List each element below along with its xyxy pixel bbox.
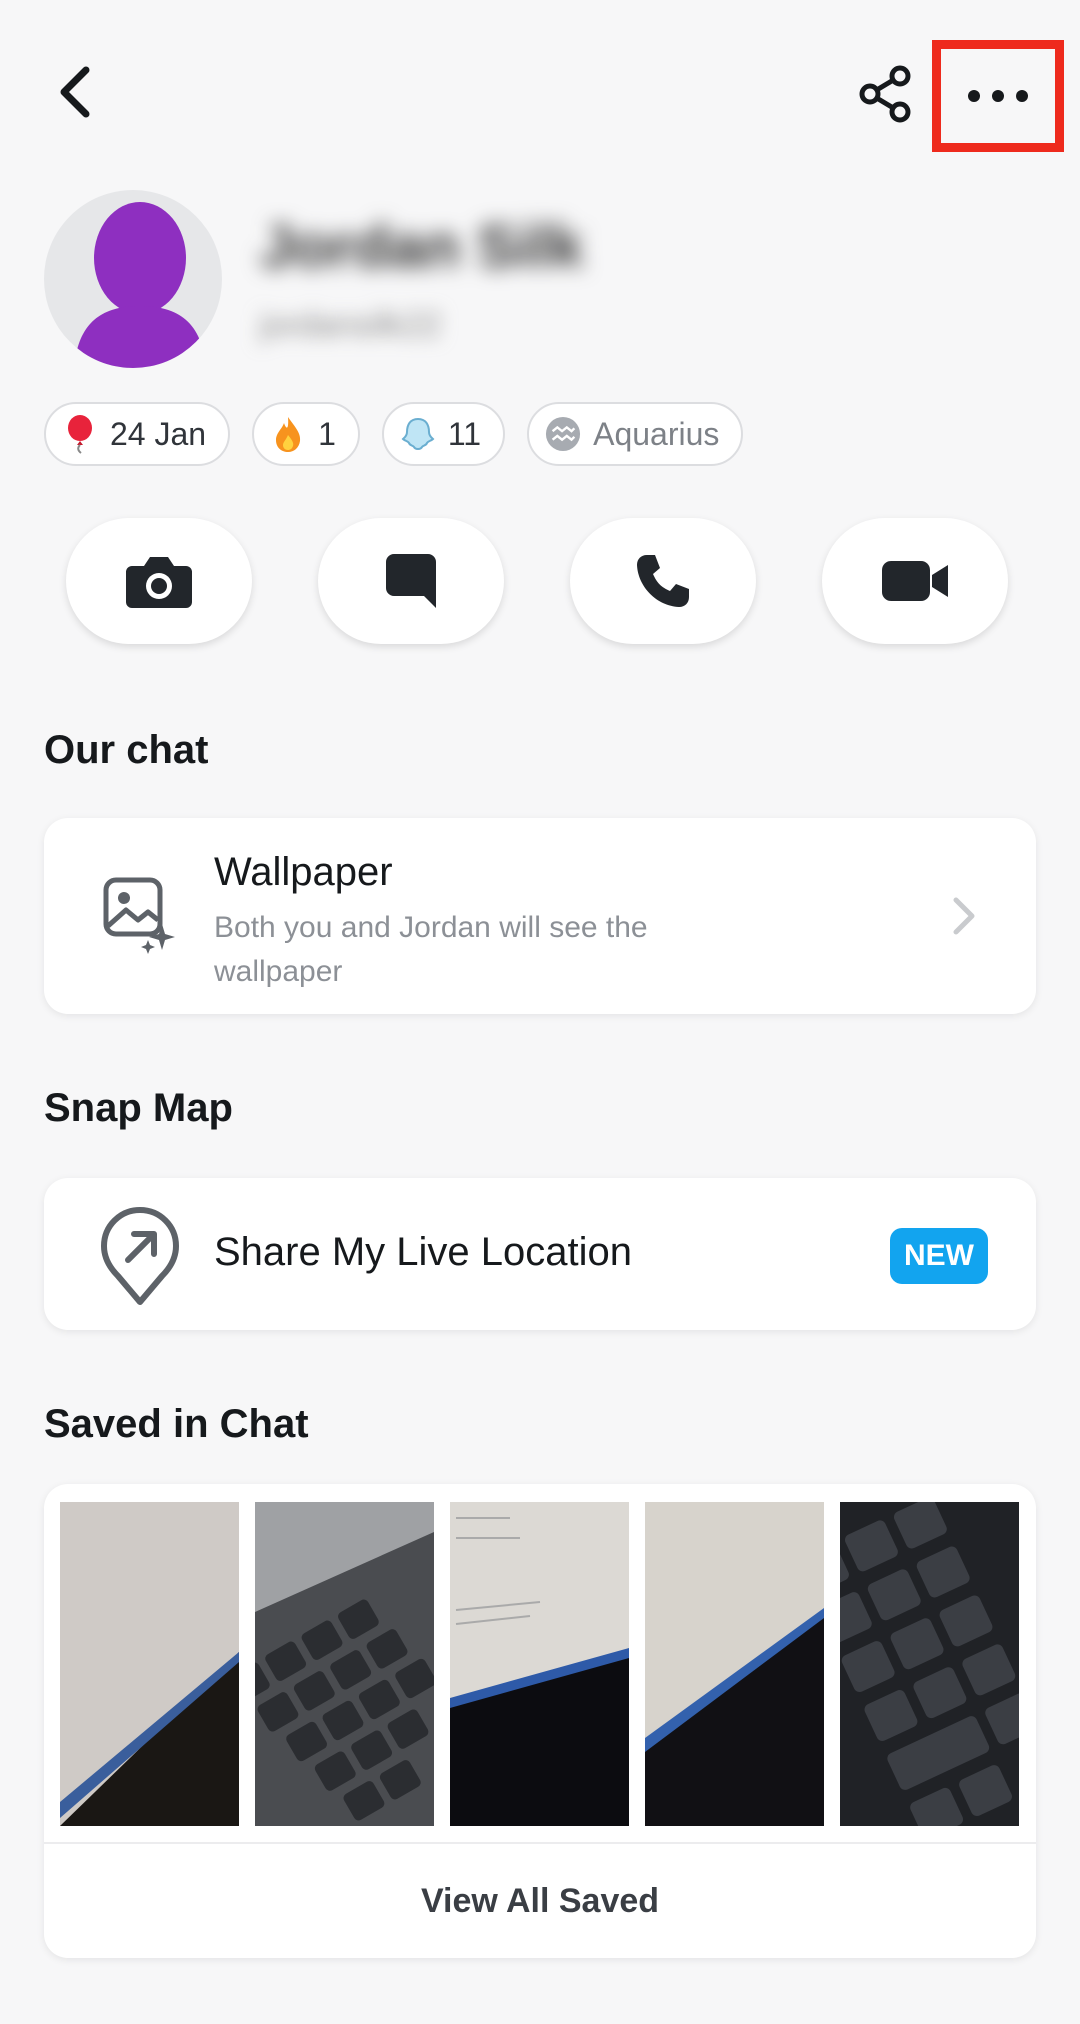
- view-all-saved-button[interactable]: View All Saved: [44, 1844, 1036, 1958]
- saved-in-chat-card: View All Saved: [44, 1484, 1036, 1958]
- saved-thumbnail[interactable]: [60, 1502, 239, 1826]
- balloon-icon: [62, 414, 98, 454]
- saved-in-chat-title: Saved in Chat: [44, 1402, 309, 1446]
- chat-button[interactable]: [318, 518, 504, 644]
- back-button[interactable]: [44, 60, 108, 124]
- wallpaper-subtitle: Both you and Jordan will see the wallpap…: [214, 911, 648, 988]
- camera-icon: [126, 557, 192, 608]
- streak-count: 1: [318, 415, 336, 452]
- username: jordansilk22: [260, 306, 442, 344]
- snapscore-count: 11: [447, 415, 482, 452]
- avatar[interactable]: [44, 190, 222, 368]
- new-badge: NEW: [890, 1228, 988, 1284]
- our-chat-title: Our chat: [44, 728, 209, 772]
- aquarius-icon: [545, 414, 581, 454]
- share-location-card[interactable]: Share My Live Location NEW: [44, 1178, 1036, 1330]
- wallpaper-title: Wallpaper: [214, 850, 393, 894]
- saved-thumbnail[interactable]: [450, 1502, 629, 1826]
- birthday-label: 24 Jan: [110, 415, 207, 452]
- more-options-button[interactable]: [932, 40, 1064, 152]
- action-buttons: [66, 518, 1008, 644]
- fire-icon: [270, 414, 306, 454]
- phone-icon: [637, 555, 689, 607]
- zodiac-badge[interactable]: Aquarius: [527, 402, 744, 466]
- birthday-badge[interactable]: 24 Jan: [44, 402, 231, 466]
- ghost-icon: [400, 414, 436, 454]
- streak-badge[interactable]: 1: [252, 402, 360, 466]
- wallpaper-card[interactable]: Wallpaper Both you and Jordan will see t…: [44, 818, 1036, 1014]
- saved-thumbnails: [60, 1502, 1019, 1826]
- share-icon: [859, 65, 911, 123]
- chat-icon: [386, 554, 436, 608]
- share-button[interactable]: [850, 58, 922, 130]
- call-button[interactable]: [570, 518, 756, 644]
- location-share-icon: [101, 1207, 179, 1305]
- video-icon: [882, 561, 948, 601]
- saved-thumbnail[interactable]: [645, 1502, 824, 1826]
- chevron-right-icon: [953, 897, 975, 935]
- share-location-label: Share My Live Location: [214, 1230, 633, 1274]
- saved-thumbnail[interactable]: [255, 1502, 434, 1826]
- saved-thumbnail[interactable]: [840, 1502, 1019, 1826]
- wallpaper-icon: [103, 877, 175, 954]
- snapscore-badge[interactable]: 11: [381, 402, 506, 466]
- chevron-left-icon: [60, 66, 90, 118]
- bitmoji-silhouette-icon: [74, 202, 206, 368]
- snap-map-title: Snap Map: [44, 1086, 233, 1130]
- zodiac-label: Aquarius: [593, 415, 720, 452]
- camera-button[interactable]: [66, 518, 252, 644]
- video-call-button[interactable]: [822, 518, 1008, 644]
- profile-badges: 24 Jan 1 11 Aquarius: [44, 402, 744, 466]
- more-horizontal-icon: [968, 90, 1028, 102]
- display-name: Jordan Silk: [260, 213, 584, 280]
